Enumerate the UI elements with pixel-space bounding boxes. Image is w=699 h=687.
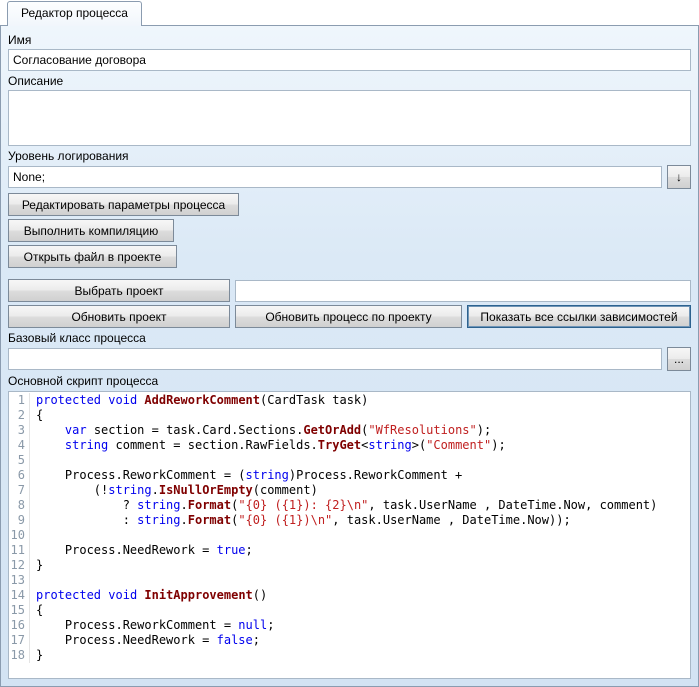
code-line[interactable]: 9 : string.Format("{0} ({1})\n", task.Us… bbox=[9, 513, 690, 528]
update-process-button[interactable]: Обновить процесс по проекту bbox=[235, 305, 462, 328]
code-text: { bbox=[36, 603, 43, 618]
base-class-input[interactable] bbox=[8, 348, 662, 370]
line-number: 12 bbox=[9, 558, 30, 573]
code-text: protected void AddReworkComment(CardTask… bbox=[36, 393, 368, 408]
log-level-row: ↓ bbox=[8, 165, 691, 189]
line-number: 16 bbox=[9, 618, 30, 633]
line-number: 8 bbox=[9, 498, 30, 513]
edit-parameters-button[interactable]: Редактировать параметры процесса bbox=[8, 193, 239, 216]
process-editor-window: Редактор процесса Имя Описание Уровень л… bbox=[0, 0, 699, 687]
code-line[interactable]: 8 ? string.Format("{0} ({1}): {2}\n", ta… bbox=[9, 498, 690, 513]
log-level-label: Уровень логирования bbox=[8, 149, 691, 163]
code-line[interactable]: 15 { bbox=[9, 603, 690, 618]
code-line[interactable]: 12} bbox=[9, 558, 690, 573]
code-line[interactable]: 17 Process.NeedRework = false; bbox=[9, 633, 690, 648]
code-text: Process.NeedRework = true; bbox=[36, 543, 253, 558]
line-number: 7 bbox=[9, 483, 30, 498]
tab-strip: Редактор процесса bbox=[0, 0, 699, 25]
code-line[interactable]: 4 string comment = section.RawFields.Try… bbox=[9, 438, 690, 453]
code-text: { bbox=[36, 408, 43, 423]
line-number: 17 bbox=[9, 633, 30, 648]
open-file-button[interactable]: Открыть файл в проекте bbox=[8, 245, 177, 268]
code-line[interactable]: 1 protected void AddReworkComment(CardTas… bbox=[9, 393, 690, 408]
code-line[interactable]: 2{ bbox=[9, 408, 690, 423]
code-text: var section = task.Card.Sections.GetOrAd… bbox=[36, 423, 491, 438]
code-line[interactable]: 14 protected void InitApprovement() bbox=[9, 588, 690, 603]
line-number: 3 bbox=[9, 423, 30, 438]
code-line[interactable]: 10 bbox=[9, 528, 690, 543]
code-text: Process.NeedRework = false; bbox=[36, 633, 260, 648]
down-arrow-icon: ↓ bbox=[676, 170, 682, 184]
code-text: Process.ReworkComment = null; bbox=[36, 618, 274, 633]
line-number: 9 bbox=[9, 513, 30, 528]
description-input[interactable] bbox=[8, 90, 691, 146]
code-line[interactable]: 7 (!string.IsNullOrEmpty(comment) bbox=[9, 483, 690, 498]
select-project-row: Выбрать проект bbox=[8, 279, 691, 302]
project-actions-row: Обновить проект Обновить процесс по прое… bbox=[8, 305, 691, 328]
update-project-button[interactable]: Обновить проект bbox=[8, 305, 230, 328]
project-path-input[interactable] bbox=[235, 280, 691, 302]
name-input[interactable] bbox=[8, 49, 691, 71]
code-text: protected void InitApprovement() bbox=[36, 588, 267, 603]
line-number: 4 bbox=[9, 438, 30, 453]
compile-button[interactable]: Выполнить компиляцию bbox=[8, 219, 174, 242]
line-number: 5 bbox=[9, 453, 30, 468]
line-number: 15 bbox=[9, 603, 30, 618]
line-number: 10 bbox=[9, 528, 30, 543]
code-editor[interactable]: 1 protected void AddReworkComment(CardTas… bbox=[8, 391, 691, 679]
name-label: Имя bbox=[8, 33, 691, 47]
line-number: 2 bbox=[9, 408, 30, 423]
select-project-button[interactable]: Выбрать проект bbox=[8, 279, 230, 302]
base-class-row: ... bbox=[8, 347, 691, 371]
code-text: (!string.IsNullOrEmpty(comment) bbox=[36, 483, 318, 498]
code-text: Process.ReworkComment = (string)Process.… bbox=[36, 468, 462, 483]
base-class-browse-button[interactable]: ... bbox=[667, 347, 691, 371]
code-line[interactable]: 11 Process.NeedRework = true; bbox=[9, 543, 690, 558]
log-level-dropdown-button[interactable]: ↓ bbox=[667, 165, 691, 189]
line-number: 11 bbox=[9, 543, 30, 558]
line-number: 6 bbox=[9, 468, 30, 483]
tab-process-editor[interactable]: Редактор процесса bbox=[7, 1, 142, 26]
description-label: Описание bbox=[8, 74, 691, 88]
code-line[interactable]: 13 bbox=[9, 573, 690, 588]
code-text: } bbox=[36, 648, 43, 663]
code-line[interactable]: 5 bbox=[9, 453, 690, 468]
line-number: 1 bbox=[9, 393, 30, 408]
base-class-label: Базовый класс процесса bbox=[8, 331, 691, 345]
code-line[interactable]: 18} bbox=[9, 648, 690, 663]
script-label: Основной скрипт процесса bbox=[8, 374, 691, 388]
code-text: : string.Format("{0} ({1})\n", task.User… bbox=[36, 513, 571, 528]
code-line[interactable]: 3 var section = task.Card.Sections.GetOr… bbox=[9, 423, 690, 438]
line-number: 14 bbox=[9, 588, 30, 603]
editor-panel: Имя Описание Уровень логирования ↓ Редак… bbox=[0, 25, 699, 687]
code-text: ? string.Format("{0} ({1}): {2}\n", task… bbox=[36, 498, 657, 513]
code-text: } bbox=[36, 558, 43, 573]
line-number: 13 bbox=[9, 573, 30, 588]
show-dependencies-button[interactable]: Показать все ссылки зависимостей bbox=[467, 305, 691, 328]
code-line[interactable]: 6 Process.ReworkComment = (string)Proces… bbox=[9, 468, 690, 483]
code-text: string comment = section.RawFields.TryGe… bbox=[36, 438, 506, 453]
tab-label: Редактор процесса bbox=[21, 6, 128, 20]
line-number: 18 bbox=[9, 648, 30, 663]
log-level-input[interactable] bbox=[8, 166, 662, 188]
code-line[interactable]: 16 Process.ReworkComment = null; bbox=[9, 618, 690, 633]
